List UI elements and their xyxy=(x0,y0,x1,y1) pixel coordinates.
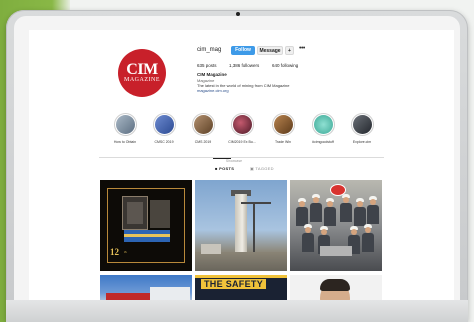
posts-count: 635 posts xyxy=(197,63,217,68)
story-highlight[interactable]: Trade Win xyxy=(270,113,296,144)
highlight-thumbnail xyxy=(115,115,135,134)
highlight-label: CIM2019 Ex Bu... xyxy=(228,140,256,144)
group-person xyxy=(310,194,322,222)
highlight-thumbnail xyxy=(154,115,174,134)
post-thumbnail[interactable] xyxy=(100,275,192,300)
post-thumbnail[interactable] xyxy=(290,180,382,271)
post-thumbnail[interactable] xyxy=(195,180,287,271)
group-person xyxy=(367,196,379,224)
bio-name: CIM Magazine xyxy=(197,72,227,77)
webcam-icon xyxy=(236,12,240,16)
tab-section-label: Showcase xyxy=(225,159,243,163)
bio-link[interactable]: magazine.cim.org xyxy=(197,88,229,93)
highlight-thumbnail xyxy=(193,115,213,134)
post-thumbnail[interactable]: THE SAFETY xyxy=(195,275,287,300)
award-plaque xyxy=(122,196,148,230)
story-highlight[interactable]: CMS 2019 xyxy=(190,113,216,144)
group-person xyxy=(302,224,314,252)
post-headline: THE SAFETY xyxy=(201,279,267,289)
highlight-thumbnail xyxy=(313,115,333,134)
avatar-logo: CIM xyxy=(126,61,158,78)
post-number-text: 12 xyxy=(110,247,119,257)
post-thumbnail[interactable]: 12 th xyxy=(100,180,192,271)
highlight-label: Explore.cim xyxy=(352,140,372,144)
avatar-logo-sub: MAGAZINE xyxy=(124,77,160,83)
post-number-suffix: th xyxy=(124,250,127,254)
story-highlight[interactable]: How to Obtain xyxy=(112,113,138,144)
highlight-thumbnail xyxy=(232,115,252,134)
highlight-label: CMSC 2019 xyxy=(154,140,174,144)
group-person xyxy=(340,194,352,222)
story-highlight[interactable]: #cimgoodstuff xyxy=(310,113,336,144)
group-person xyxy=(362,224,374,252)
highlight-label: #cimgoodstuff xyxy=(312,140,334,144)
message-button[interactable]: Message xyxy=(257,46,283,55)
follow-button[interactable]: Follow xyxy=(231,46,255,55)
group-person xyxy=(354,198,366,226)
tab-posts[interactable]: ■ POSTS xyxy=(215,166,234,171)
story-highlight[interactable]: CMSC 2019 xyxy=(151,113,177,144)
section-divider xyxy=(99,157,384,158)
profile-avatar[interactable]: CIM MAGAZINE xyxy=(118,49,166,97)
laptop-bottom-bezel xyxy=(6,300,468,322)
highlight-label: Trade Win xyxy=(274,140,291,144)
story-highlight[interactable]: Explore.cim xyxy=(349,113,375,144)
profile-username: cim_mag xyxy=(197,47,222,53)
instagram-profile-screen: CIM MAGAZINE cim_mag Follow Message + ••… xyxy=(29,30,454,300)
post-thumbnail[interactable] xyxy=(290,275,382,300)
story-highlight[interactable]: CIM2019 Ex Bu... xyxy=(228,113,256,144)
more-options-icon[interactable]: ••• xyxy=(299,45,305,52)
highlight-label: CMS 2019 xyxy=(194,140,212,144)
highlight-thumbnail xyxy=(352,115,372,134)
followers-count[interactable]: 1,386 followers xyxy=(229,63,259,68)
highlight-thumbnail xyxy=(273,115,293,134)
group-person xyxy=(296,198,308,226)
highlight-label: How to Obtain xyxy=(113,140,137,144)
group-person xyxy=(324,198,336,226)
tab-tagged[interactable]: ▣ TAGGED xyxy=(250,166,274,171)
following-count[interactable]: 640 following xyxy=(272,63,298,68)
suggest-accounts-button[interactable]: + xyxy=(285,46,294,55)
